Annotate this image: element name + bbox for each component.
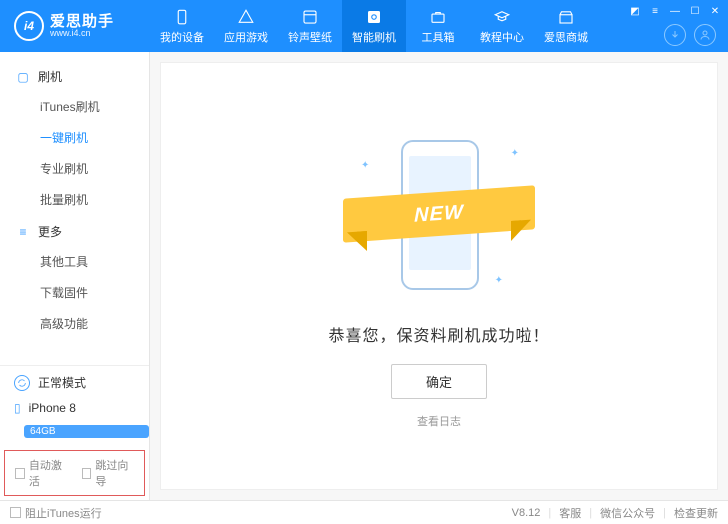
menu-icon[interactable]: ≡ [648,4,662,18]
sidebar-item-other-tools[interactable]: 其他工具 [0,246,149,277]
user-icon[interactable] [694,24,716,46]
top-nav: 我的设备 应用游戏 铃声壁纸 智能刷机 工具箱 教程中心 爱思商城 [150,0,598,52]
logo-title: 爱思助手 [50,14,114,29]
device-name: iPhone 8 [29,401,76,415]
checkbox-icon [10,507,21,518]
nav-label: 教程中心 [480,29,524,45]
checkbox-skip-guide[interactable]: 跳过向导 [82,457,135,489]
main-panel: ✦ ✦ ✦ NEW 恭喜您，保资料刷机成功啦！ 确定 查看日志 [150,52,728,500]
sidebar-group-flash[interactable]: ▢ 刷机 [0,60,149,91]
phone-icon [173,8,191,26]
sidebar-item-pro-flash[interactable]: 专业刷机 [0,153,149,184]
new-ribbon: NEW [343,185,535,242]
sidebar-item-download-firmware[interactable]: 下载固件 [0,277,149,308]
nav-flash[interactable]: 智能刷机 [342,0,406,52]
nav-ringtone[interactable]: 铃声壁纸 [278,0,342,52]
skin-icon[interactable]: ◩ [628,4,642,18]
sidebar-item-oneclick-flash[interactable]: 一键刷机 [0,122,149,153]
checkbox-label: 自动激活 [29,457,68,489]
close-icon[interactable]: ✕ [708,4,722,18]
version-label: V8.12 [512,507,541,519]
toolbox-icon [429,8,447,26]
checkbox-auto-activate[interactable]: 自动激活 [15,457,68,489]
checkbox-label: 阻止iTunes运行 [25,505,102,521]
group-title: 更多 [38,223,62,240]
sync-icon [14,375,30,391]
storage-badge: 64GB [24,425,149,438]
apps-icon [237,8,255,26]
list-icon: ≡ [16,225,30,239]
nav-label: 铃声壁纸 [288,29,332,45]
device-info[interactable]: ▯ iPhone 8 [0,395,149,425]
checkbox-label: 跳过向导 [95,457,134,489]
flash-options: 自动激活 跳过向导 [4,450,145,496]
device-icon: ▢ [16,70,30,84]
checkbox-block-itunes[interactable]: 阻止iTunes运行 [10,505,102,521]
success-illustration: ✦ ✦ ✦ NEW [349,124,529,304]
ok-button[interactable]: 确定 [391,364,487,399]
app-header: i4 爱思助手 www.i4.cn 我的设备 应用游戏 铃声壁纸 智能刷机 工具… [0,0,728,52]
logo-subtitle: www.i4.cn [50,29,114,38]
sidebar: ▢ 刷机 iTunes刷机 一键刷机 专业刷机 批量刷机 ≡ 更多 其他工具 下… [0,52,150,500]
nav-toolbox[interactable]: 工具箱 [406,0,470,52]
nav-tutorial[interactable]: 教程中心 [470,0,534,52]
store-icon [557,8,575,26]
nav-label: 工具箱 [422,29,455,45]
success-message: 恭喜您，保资料刷机成功啦！ [328,322,549,346]
logo-icon: i4 [14,11,44,41]
media-icon [301,8,319,26]
sidebar-item-itunes-flash[interactable]: iTunes刷机 [0,91,149,122]
group-title: 刷机 [38,68,62,85]
support-link[interactable]: 客服 [559,505,581,521]
maximize-icon[interactable]: ☐ [688,4,702,18]
sidebar-item-advanced[interactable]: 高级功能 [0,308,149,339]
device-mode-status[interactable]: 正常模式 [0,365,149,395]
check-update-link[interactable]: 检查更新 [674,505,718,521]
phone-small-icon: ▯ [14,401,21,415]
wechat-link[interactable]: 微信公众号 [600,505,655,521]
checkbox-icon [15,468,25,479]
nav-store[interactable]: 爱思商城 [534,0,598,52]
nav-label: 智能刷机 [352,29,396,45]
logo: i4 爱思助手 www.i4.cn [0,11,150,41]
nav-label: 应用游戏 [224,29,268,45]
status-bar: 阻止iTunes运行 V8.12 | 客服 | 微信公众号 | 检查更新 [0,500,728,524]
status-text: 正常模式 [38,374,86,391]
nav-apps[interactable]: 应用游戏 [214,0,278,52]
graduation-icon [493,8,511,26]
nav-label: 我的设备 [160,29,204,45]
nav-label: 爱思商城 [544,29,588,45]
download-icon[interactable] [664,24,686,46]
sidebar-item-batch-flash[interactable]: 批量刷机 [0,184,149,215]
checkbox-icon [82,468,92,479]
sidebar-group-more[interactable]: ≡ 更多 [0,215,149,246]
view-log-link[interactable]: 查看日志 [417,413,461,429]
nav-my-device[interactable]: 我的设备 [150,0,214,52]
minimize-icon[interactable]: — [668,4,682,18]
user-controls [664,24,716,46]
window-controls: ◩ ≡ — ☐ ✕ [628,4,722,18]
refresh-icon [365,8,383,26]
